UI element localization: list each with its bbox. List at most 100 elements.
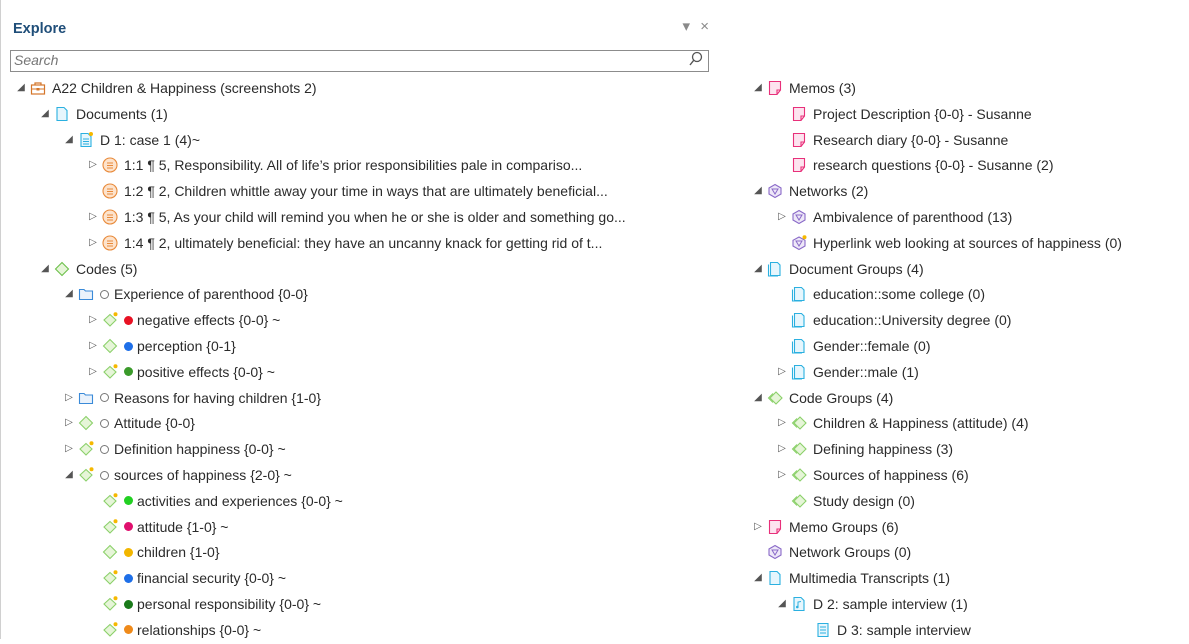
tree-item-label: positive effects {0-0} ~ [137,363,275,380]
collapse-arrow-icon[interactable]: ◢ [62,129,76,151]
tree-item[interactable]: Hyperlink web looking at sources of happ… [775,232,1122,254]
tree-item[interactable]: D 3: sample interview [799,619,971,641]
tree-item[interactable]: ◢ A22 Children & Happiness (screenshots 2… [14,77,316,99]
collapse-arrow-icon[interactable]: ◢ [62,464,76,486]
tree-item[interactable]: ▷ Attitude {0-0} [62,412,195,434]
tree-item[interactable]: ▷ Sources of happiness (6) [775,464,969,486]
collapse-arrow-icon[interactable]: ◢ [751,258,765,280]
collapse-arrow-icon[interactable]: ◢ [62,283,76,305]
tree-item[interactable]: 1:2 ¶ 2, Children whittle away your time… [86,180,608,202]
tree-item-label: negative effects {0-0} ~ [137,312,281,329]
tree-item[interactable]: Project Description {0-0} - Susanne [775,103,1032,125]
collapse-arrow-icon[interactable]: ◢ [38,258,52,280]
tree-item[interactable]: ▷ positive effects {0-0} ~ [86,361,275,383]
close-icon[interactable]: × [700,18,709,35]
expand-arrow-icon[interactable]: ▷ [86,206,100,228]
code-icon [78,415,94,431]
tree-item[interactable]: ◢ Documents (1) [38,103,168,125]
tree-item[interactable]: ◢ Networks (2) [751,180,868,202]
folder-icon [78,286,94,302]
tree-item-label: Study design (0) [813,492,915,509]
expand-arrow-icon[interactable]: ▷ [86,335,100,357]
network-icon [767,544,783,560]
tree-item[interactable]: children {1-0} [86,541,220,563]
tree-item[interactable]: ▷ 1:3 ¶ 5, As your child will remind you … [86,206,626,228]
tree-item-label: 1:2 ¶ 2, Children whittle away your time… [124,183,608,200]
expand-arrow-icon[interactable]: ▷ [775,361,789,383]
tree-item[interactable]: ◢ D 1: case 1 (4)~ [62,129,200,151]
search-input[interactable] [11,51,674,69]
tree-item-label: Network Groups (0) [789,544,912,561]
tree-item[interactable]: Research diary {0-0} - Susanne [775,129,1008,151]
tree-item[interactable]: ▷ 1:1 ¶ 5, Responsibility. All of life’s … [86,154,582,176]
tree-item[interactable]: ◢ D 2: sample interview (1) [775,593,968,615]
tree-item-label: Children & Happiness (attitude) (4) [813,415,1029,432]
tree-item-label: financial security {0-0} ~ [137,570,287,587]
tree-item[interactable]: financial security {0-0} ~ [86,567,286,589]
tree-item-label: personal responsibility {0-0} ~ [137,596,322,612]
collapse-arrow-icon[interactable]: ◢ [751,387,765,409]
expand-arrow-icon[interactable]: ▷ [86,232,100,254]
collapse-arrow-icon[interactable]: ◢ [751,180,765,202]
tree-item[interactable]: ◢ sources of happiness {2-0} ~ [62,464,292,486]
tree-item[interactable]: relationships {0-0} ~ [86,619,261,641]
expand-arrow-icon[interactable]: ▷ [86,309,100,331]
expand-arrow-icon[interactable]: ▷ [86,361,100,383]
collapse-arrow-icon[interactable]: ◢ [751,567,765,589]
tree-item[interactable]: Gender::female (0) [775,335,931,357]
search-icon[interactable] [689,51,703,70]
tree-item[interactable]: ▷ Definition happiness {0-0} ~ [62,438,285,460]
tree-item[interactable]: ◢ Experience of parenthood {0-0} [62,283,308,305]
tree-item[interactable]: research questions {0-0} - Susanne (2) [775,154,1053,176]
collapse-arrow-icon[interactable]: ◢ [38,103,52,125]
expand-arrow-icon[interactable]: ▷ [86,154,100,176]
tree-item[interactable]: personal responsibility {0-0} ~ [86,593,321,615]
tree-item[interactable]: ▷ Gender::male (1) [775,361,919,383]
tree-item[interactable]: ▷ Children & Happiness (attitude) (4) [775,412,1029,434]
tree-item[interactable]: ▷ 1:4 ¶ 2, ultimately beneficial: they ha… [86,232,602,254]
tree-item[interactable]: ▷ negative effects {0-0} ~ [86,309,280,331]
tree-item[interactable]: ◢ Code Groups (4) [751,387,893,409]
tree-item[interactable]: ▷ Reasons for having children {1-0} [62,387,321,409]
panel-dropdown-icon[interactable]: ▾ [683,18,691,35]
tree-item[interactable]: ▷ Ambivalence of parenthood (13) [775,206,1012,228]
code-group-icon [791,467,807,483]
quotation-icon [102,235,118,251]
tree-item-label: Sources of happiness (6) [813,467,969,483]
document-group-icon [791,286,807,302]
tree-item[interactable]: attitude {1-0} ~ [86,516,228,538]
expand-arrow-icon[interactable]: ▷ [751,516,765,538]
tree-item[interactable]: ◢ Codes (5) [38,258,137,280]
tree-item-label: Experience of parenthood {0-0} [114,286,308,303]
tree-item-label: Ambivalence of parenthood (13) [813,209,1013,225]
tree-item[interactable]: education::some college (0) [775,283,985,305]
expand-arrow-icon[interactable]: ▷ [775,464,789,486]
tree-item[interactable]: ◢ Memos (3) [751,77,856,99]
tree-item-label: Code Groups (4) [789,389,894,406]
collapse-arrow-icon[interactable]: ◢ [751,77,765,99]
tree-item[interactable]: ▷ perception {0-1} [86,335,236,357]
tree-item[interactable]: Study design (0) [775,490,915,512]
expand-arrow-icon[interactable]: ▷ [775,412,789,434]
code-color-dot [124,573,133,583]
collapse-arrow-icon[interactable]: ◢ [14,77,28,99]
code-group-icon [767,390,783,406]
collapse-arrow-icon[interactable]: ◢ [775,593,789,615]
codes-icon [54,261,70,277]
expand-arrow-icon[interactable]: ▷ [62,438,76,460]
tree-item[interactable]: ◢ Multimedia Transcripts (1) [751,567,950,589]
expand-arrow-icon[interactable]: ▷ [62,412,76,434]
tree-item[interactable]: ▷ Defining happiness (3) [775,438,953,460]
expand-arrow-icon[interactable]: ▷ [62,387,76,409]
expand-arrow-icon[interactable]: ▷ [775,206,789,228]
tree-item[interactable]: Network Groups (0) [751,541,911,563]
code-icon [102,312,118,328]
panel-titlebar: Explore ▾ × [1,14,719,44]
expand-arrow-icon[interactable]: ▷ [775,438,789,460]
tree-item[interactable]: ◢ Document Groups (4) [751,258,923,280]
memo-icon [791,157,807,173]
tree-item-label: Defining happiness (3) [813,441,954,458]
tree-item[interactable]: ▷ Memo Groups (6) [751,516,899,538]
tree-item[interactable]: education::University degree (0) [775,309,1011,331]
tree-item[interactable]: activities and experiences {0-0} ~ [86,490,343,512]
